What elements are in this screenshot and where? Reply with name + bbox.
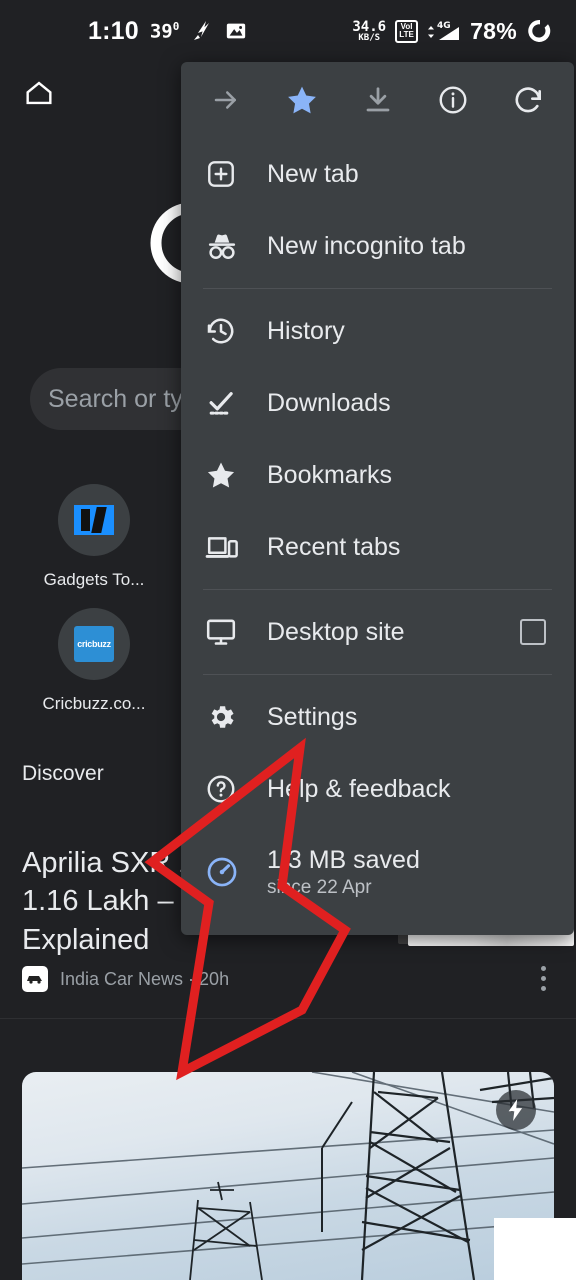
menu-item-label: 1.3 MB saved — [267, 845, 420, 874]
shortcut-tile-gadgets[interactable]: Gadgets To... — [20, 484, 168, 590]
recent-tabs-icon — [205, 532, 249, 562]
phone-screen: Search or typ Gadgets To... cricbuzz Cri… — [0, 0, 576, 1280]
article-title-line3: Explained — [22, 923, 150, 956]
menu-item-recent-tabs[interactable]: Recent tabs — [181, 511, 574, 583]
help-icon — [205, 773, 249, 805]
article-title-line1: Aprilia SXR 1 — [22, 847, 195, 879]
status-time: 1:10 — [88, 16, 139, 45]
menu-item-sublabel: since 22 Apr — [267, 876, 372, 898]
data-saver-icon — [205, 855, 249, 889]
menu-item-label: New tab — [267, 159, 359, 188]
home-icon[interactable] — [22, 76, 56, 115]
menu-item-label: History — [267, 316, 345, 345]
menu-item-label: Help & feedback — [267, 774, 451, 803]
menu-item-label: Downloads — [267, 388, 391, 417]
tile-label: Cricbuzz.co... — [42, 694, 146, 713]
menu-item-new-tab[interactable]: New tab — [181, 138, 574, 210]
discover-photo-card[interactable] — [22, 1072, 554, 1280]
volte-icon: VoI LTE — [395, 19, 419, 43]
chrome-overflow-menu: New tab New incognito tab History Downlo… — [181, 62, 574, 935]
menu-item-label: New incognito tab — [267, 231, 466, 260]
download-icon[interactable] — [355, 77, 401, 123]
net-speed-unit: KB/S — [358, 32, 381, 43]
cricbuzz-favicon-text: cricbuzz — [74, 626, 114, 662]
incognito-icon — [205, 231, 249, 261]
svg-text:4G: 4G — [437, 21, 451, 31]
net-speed-value: 34.6 — [352, 18, 387, 35]
menu-quick-actions-row — [181, 62, 574, 138]
page-info-icon[interactable] — [430, 77, 476, 123]
menu-item-label: Bookmarks — [267, 460, 393, 489]
menu-item-settings[interactable]: Settings — [181, 681, 574, 753]
bookmarks-star-icon — [205, 459, 249, 491]
article-source-label: India Car News · 20h — [60, 968, 230, 989]
desktop-site-checkbox[interactable] — [520, 619, 546, 645]
article-source-row: India Car News · 20h — [22, 966, 229, 992]
white-overlay-box — [494, 1218, 576, 1280]
menu-item-desktop-site[interactable]: Desktop site — [181, 596, 574, 668]
menu-item-new-incognito-tab[interactable]: New incognito tab — [181, 210, 574, 282]
gadgets-360-favicon — [58, 484, 130, 556]
menu-divider — [203, 674, 552, 675]
photo-icon — [225, 20, 247, 42]
network-activity-icon — [190, 19, 214, 43]
star-icon[interactable] — [279, 77, 325, 123]
signal-4g-icon: 4G — [427, 19, 461, 43]
discover-heading: Discover — [22, 762, 104, 785]
menu-item-downloads[interactable]: Downloads — [181, 367, 574, 439]
status-bar: 1:10 390 34.6 KB/S VoI LTE 4G 78% — [0, 0, 576, 62]
section-divider — [0, 1018, 576, 1019]
amp-lightning-icon — [496, 1090, 536, 1130]
volte-line2: LTE — [399, 30, 414, 39]
menu-item-label: Recent tabs — [267, 532, 401, 561]
cricbuzz-favicon: cricbuzz — [58, 608, 130, 680]
menu-item-help-feedback[interactable]: Help & feedback — [181, 753, 574, 825]
menu-item-history[interactable]: History — [181, 295, 574, 367]
downloads-icon — [205, 387, 249, 419]
battery-percent: 78% — [470, 17, 517, 44]
india-car-news-favicon — [22, 966, 48, 992]
desktop-site-icon — [205, 617, 249, 647]
status-temperature: 390 — [149, 19, 180, 43]
history-icon — [205, 315, 249, 347]
reload-icon[interactable] — [506, 77, 552, 123]
menu-item-label: Desktop site — [267, 617, 405, 646]
menu-item-label: Settings — [267, 702, 358, 731]
menu-divider — [203, 589, 552, 590]
settings-gear-icon — [205, 701, 249, 733]
new-tab-icon — [205, 158, 249, 190]
battery-ring-icon — [526, 17, 554, 45]
shortcut-tile-cricbuzz[interactable]: cricbuzz Cricbuzz.co... — [20, 608, 168, 714]
tile-label: Gadgets To... — [43, 570, 145, 589]
menu-divider — [203, 288, 552, 289]
article-title-line2: 1.16 Lakh – 8 — [22, 885, 198, 918]
network-speed-indicator: 34.6 KB/S — [352, 20, 386, 43]
omnibox-placeholder: Search or typ — [48, 384, 197, 413]
overflow-menu-icon[interactable] — [541, 966, 546, 991]
forward-arrow-icon[interactable] — [203, 77, 249, 123]
menu-item-data-saver[interactable]: 1.3 MB saved since 22 Apr — [181, 825, 574, 919]
menu-item-bookmarks[interactable]: Bookmarks — [181, 439, 574, 511]
